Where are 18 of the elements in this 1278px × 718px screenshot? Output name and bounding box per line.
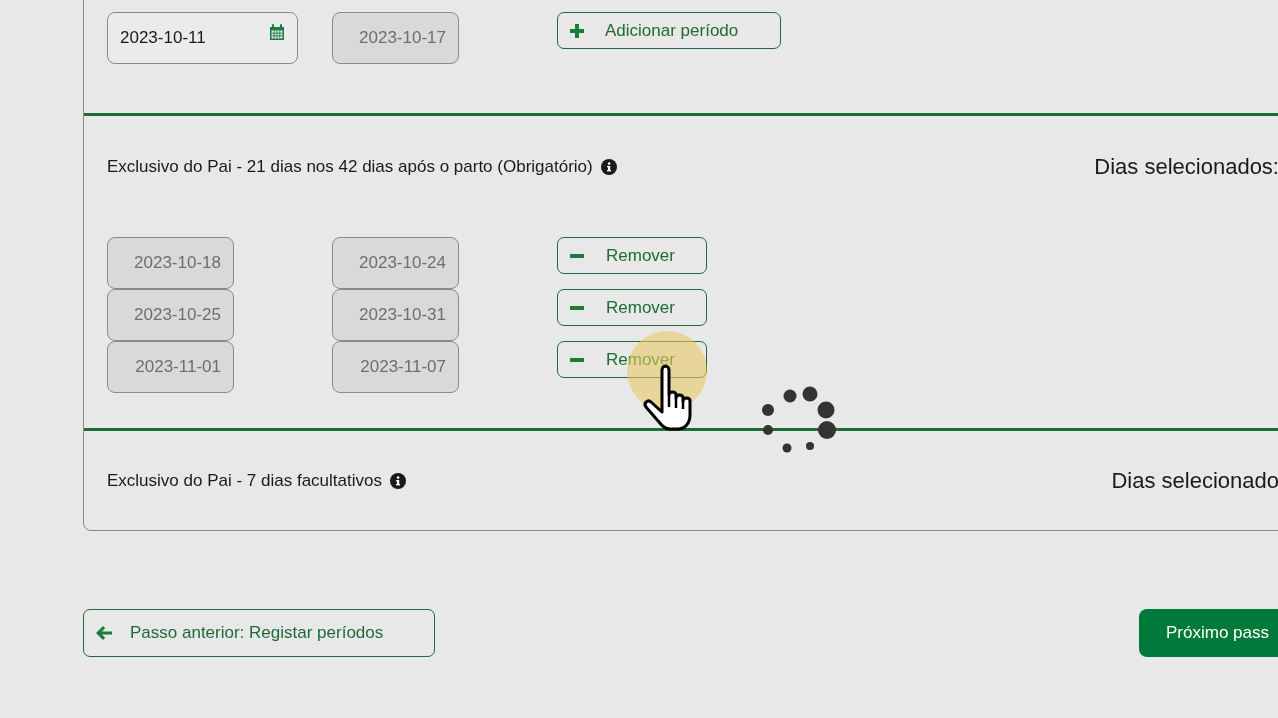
minus-icon — [570, 357, 584, 362]
section-title: Exclusivo do Pai - 7 dias facultativos — [107, 471, 382, 491]
info-icon[interactable] — [389, 473, 406, 489]
add-period-button[interactable]: Adicionar período — [557, 12, 781, 49]
next-step-button[interactable]: Próximo pass — [1139, 609, 1278, 657]
selected-days-label: Dias selecionados: — [1094, 154, 1278, 180]
previous-step-button[interactable]: Passo anterior: Registar períodos — [83, 609, 435, 657]
calendar-icon[interactable] — [269, 24, 285, 41]
info-icon[interactable] — [600, 159, 617, 175]
minus-icon — [570, 305, 584, 310]
selected-days-label: Dias selecionado — [1111, 468, 1278, 494]
minus-icon — [570, 253, 584, 258]
remove-button[interactable]: Remover — [557, 237, 707, 274]
plus-icon — [570, 23, 584, 38]
date-field[interactable]: 2023-10-11 — [107, 12, 298, 64]
section-title: Exclusivo do Pai - 21 dias nos 42 dias após o parto (Obrigatório) — [107, 157, 593, 177]
remove-button[interactable]: Remover — [557, 289, 707, 326]
arrow-left-icon — [96, 626, 112, 640]
